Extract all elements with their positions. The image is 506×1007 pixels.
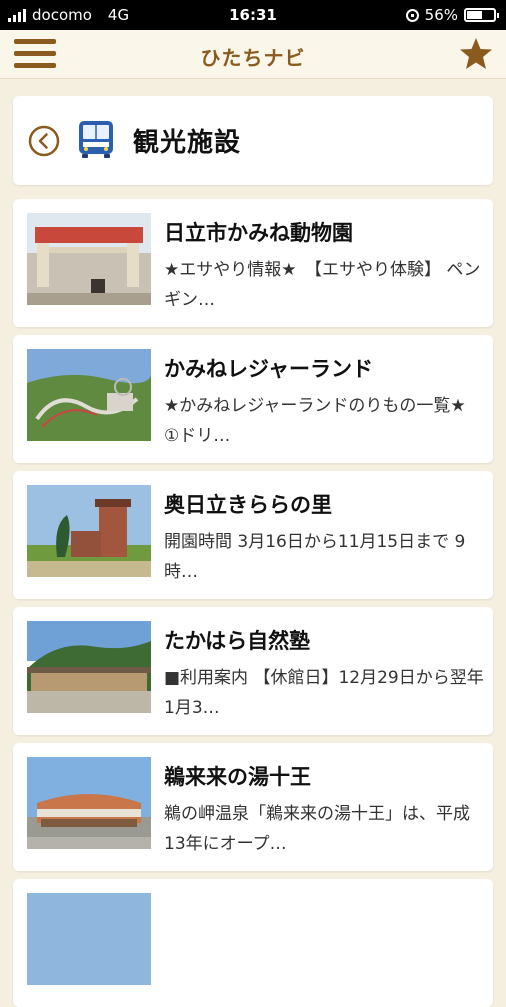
item-thumbnail [27, 213, 151, 305]
item-title: 日立市かみね動物園 [164, 221, 353, 245]
rotation-lock-icon [405, 8, 419, 22]
section-title: 観光施設 [133, 128, 242, 158]
hamburger-menu-icon [14, 39, 56, 44]
item-thumbnail [27, 893, 151, 985]
item-thumbnail [27, 349, 151, 441]
bus-icon [79, 121, 113, 158]
list-item[interactable]: 日立市かみね動物園 ★エサやり情報★ 【エサやり体験】 ペンギン… [13, 199, 493, 327]
section-header: 観光施設 [13, 96, 493, 185]
item-description: 鵜の岬温泉「鵜来来の湯十王」は、平成13年にオープ… [164, 804, 470, 854]
back-circle-icon [28, 125, 60, 157]
item-title: 奥日立きららの里 [164, 493, 332, 517]
app-title: ひたちナビ [200, 46, 306, 70]
item-description: ■利用案内 【休館日】12月29日から翌年1月3… [164, 668, 484, 718]
item-title: たかはら自然塾 [164, 629, 311, 653]
item-title: 鵜来来の湯十王 [164, 765, 311, 789]
status-bar: docomo 4G 16:31 56% [0, 0, 506, 30]
item-thumbnail [27, 485, 151, 577]
item-thumbnail [27, 621, 151, 713]
battery-icon [464, 8, 499, 22]
list-item[interactable]: たかはら自然塾 ■利用案内 【休館日】12月29日から翌年1月3… [13, 607, 493, 735]
item-thumbnail [27, 757, 151, 849]
item-description: ★かみねレジャーランドのりもの一覧★ ①ドリ… [164, 396, 466, 446]
list-item[interactable] [13, 879, 493, 1007]
item-description: 開園時間 3月16日から11月15日まで 9時… [164, 532, 466, 582]
battery-percent: 56% [424, 6, 458, 24]
menu-button[interactable] [14, 39, 56, 69]
star-icon [460, 38, 492, 69]
back-button[interactable] [28, 125, 60, 157]
item-description: ★エサやり情報★ 【エサやり体験】 ペンギン… [164, 260, 481, 310]
list-item[interactable]: かみねレジャーランド ★かみねレジャーランドのりもの一覧★ ①ドリ… [13, 335, 493, 463]
app-header: ひたちナビ [0, 30, 506, 79]
item-title: かみねレジャーランド [164, 357, 373, 381]
list-item[interactable]: 奥日立きららの里 開園時間 3月16日から11月15日まで 9時… [13, 471, 493, 599]
favorite-button[interactable] [458, 36, 494, 72]
list-item[interactable]: 鵜来来の湯十王 鵜の岬温泉「鵜来来の湯十王」は、平成13年にオープ… [13, 743, 493, 871]
